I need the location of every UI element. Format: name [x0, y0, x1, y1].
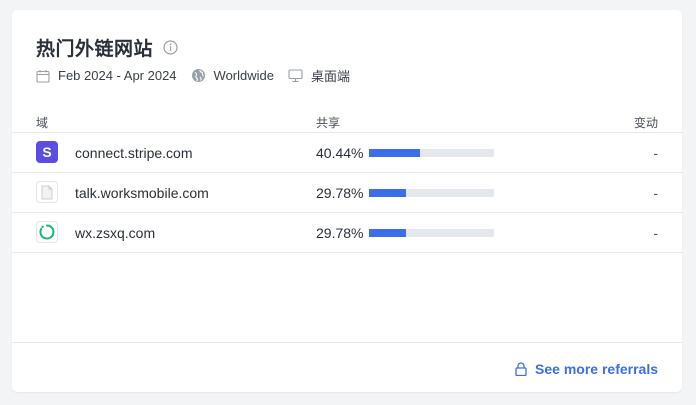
table-header: 域 共享 变动 — [12, 112, 682, 132]
region-text: Worldwide — [213, 68, 274, 83]
share-value: 40.44% — [316, 145, 364, 161]
date-range-filter: Feb 2024 - Apr 2024 — [36, 68, 177, 83]
domain-link[interactable]: connect.stripe.com — [75, 145, 193, 161]
table-bottom-divider — [12, 252, 682, 253]
share-value: 29.78% — [316, 225, 364, 241]
share-bar-fill — [369, 229, 407, 237]
share-value: 29.78% — [316, 185, 364, 201]
title-row: 热门外链网站 — [36, 34, 178, 61]
domain-link[interactable]: talk.worksmobile.com — [75, 185, 209, 201]
desktop-icon — [288, 68, 303, 83]
calendar-icon — [36, 69, 50, 83]
info-circle-icon[interactable] — [163, 40, 178, 55]
column-header-share[interactable]: 共享 — [316, 114, 340, 131]
card-footer: See more referrals — [12, 342, 682, 393]
date-range-text: Feb 2024 - Apr 2024 — [58, 68, 177, 83]
stripe-icon: S — [36, 141, 58, 163]
table-row[interactable]: talk.worksmobile.com 29.78% - — [12, 172, 682, 213]
filters-row: Feb 2024 - Apr 2024 Worldwide 桌面端 — [36, 66, 364, 85]
globe-icon — [191, 68, 206, 83]
referrals-card: 热门外链网站 Feb 2024 - Apr 2024 Worldwide 桌面端… — [12, 10, 682, 392]
region-filter: Worldwide — [191, 68, 274, 83]
card-title: 热门外链网站 — [36, 39, 154, 60]
change-value: - — [653, 145, 658, 161]
share-bar — [369, 229, 494, 237]
column-header-change[interactable]: 变动 — [634, 114, 658, 131]
change-value: - — [653, 185, 658, 201]
share-bar-fill — [369, 189, 407, 197]
see-more-referrals-link[interactable]: See more referrals — [515, 361, 658, 377]
domain-link[interactable]: wx.zsxq.com — [75, 225, 155, 241]
device-filter: 桌面端 — [288, 66, 350, 85]
see-more-referrals-label[interactable]: See more referrals — [535, 361, 658, 377]
document-icon — [36, 181, 58, 203]
share-bar — [369, 189, 494, 197]
share-bar-fill — [369, 149, 420, 157]
lock-icon — [515, 362, 527, 376]
share-bar — [369, 149, 494, 157]
device-text: 桌面端 — [310, 69, 350, 84]
zsxq-icon — [36, 221, 58, 243]
column-header-domain[interactable]: 域 — [36, 114, 48, 131]
table-row[interactable]: wx.zsxq.com 29.78% - — [12, 212, 682, 253]
change-value: - — [653, 225, 658, 241]
table-row[interactable]: S connect.stripe.com 40.44% - — [12, 132, 682, 173]
